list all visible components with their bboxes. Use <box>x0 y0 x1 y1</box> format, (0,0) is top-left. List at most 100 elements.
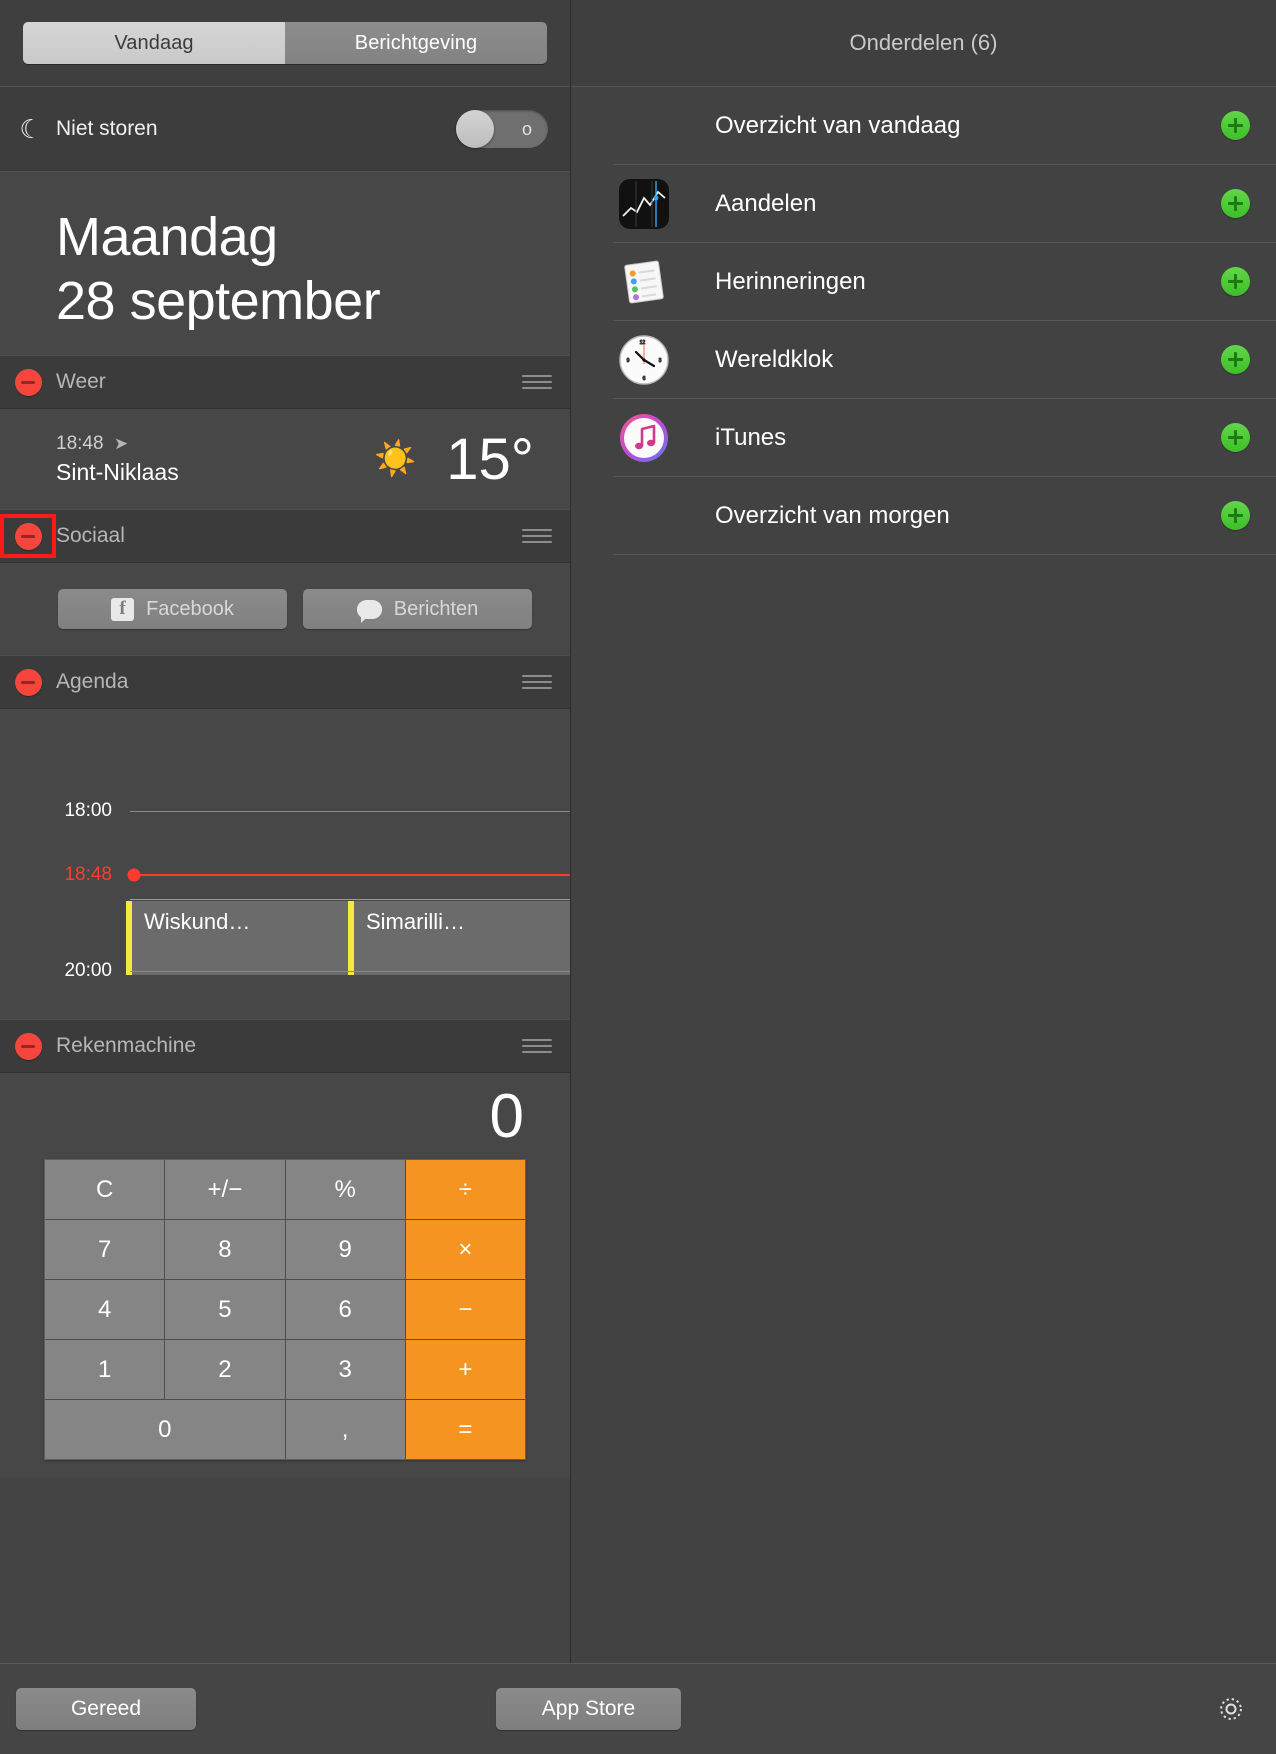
widget-gallery-row[interactable]: 12 3 6 9 Wereldklok <box>613 321 1276 399</box>
calculator-key-[interactable]: − <box>405 1280 525 1340</box>
widget-gallery-row[interactable]: Herinneringen <box>613 243 1276 321</box>
app-store-button[interactable]: App Store <box>496 1688 681 1730</box>
tab-vandaag[interactable]: Vandaag <box>23 22 285 64</box>
calculator-display: 0 <box>489 1081 524 1151</box>
plus-icon[interactable] <box>1221 345 1250 374</box>
widget-gallery-label: Overzicht van morgen <box>715 501 950 529</box>
widget-gallery-row[interactable]: Overzicht van vandaag <box>613 87 1276 165</box>
calculator-key-5[interactable]: 5 <box>165 1280 285 1340</box>
widget-gallery-label: iTunes <box>715 423 787 451</box>
weather-info: 18:48 ➤ Sint-Niklaas <box>56 433 374 486</box>
widget-gallery-label: Aandelen <box>715 189 817 217</box>
plus-icon[interactable] <box>1221 501 1250 530</box>
svg-text:9: 9 <box>627 358 630 364</box>
tab-bar: Vandaag Berichtgeving <box>0 0 570 87</box>
widget-header-weer: Weer <box>0 355 570 410</box>
calculator-key-[interactable]: +/− <box>165 1160 285 1220</box>
widget-title-weer: Weer <box>56 370 106 394</box>
world-clock-icon: 12 3 6 9 <box>613 334 675 386</box>
calendar-event[interactable]: Wiskund… <box>126 901 348 976</box>
remove-widget-rekenmachine[interactable] <box>0 1032 56 1060</box>
plus-icon[interactable] <box>1221 189 1250 218</box>
calendar-hour-label-bottom: 20:00 <box>64 960 112 982</box>
toggle-knob[interactable] <box>456 110 494 148</box>
widget-gallery-row[interactable]: Overzicht van morgen <box>613 477 1276 555</box>
today-widget-list[interactable]: Maandag 28 september Weer 18:48 ➤ Sint-N… <box>0 172 570 1663</box>
weather-temperature: 15° <box>446 426 534 492</box>
calculator-key-[interactable]: % <box>285 1160 405 1220</box>
calculator-key-3[interactable]: 3 <box>285 1340 405 1400</box>
svg-text:6: 6 <box>643 376 646 382</box>
calculator-keypad[interactable]: C +/−% ÷ 7 8 9 × 4 5 6− 1 2 3 +0, = <box>44 1159 526 1461</box>
widget-gallery-label: Wereldklok <box>715 345 834 373</box>
reminders-icon <box>613 256 675 308</box>
widget-gallery-row[interactable]: Aandelen <box>613 165 1276 243</box>
remove-widget-sociaal[interactable] <box>0 514 56 559</box>
calculator-key-6[interactable]: 6 <box>285 1280 405 1340</box>
moon-icon: ☾ <box>19 113 43 144</box>
minus-icon[interactable] <box>14 1032 42 1060</box>
calendar-now-label: 18:48 <box>64 864 112 886</box>
calculator-widget: 0 C +/−% ÷ 7 8 9 × 4 5 6− 1 2 3 +0, = <box>0 1073 570 1479</box>
calendar-event-rowline <box>130 899 570 901</box>
calculator-key-4[interactable]: 4 <box>45 1280 165 1340</box>
calculator-key-7[interactable]: 7 <box>45 1220 165 1280</box>
main-split: Vandaag Berichtgeving ☾ Niet storen o Ma… <box>0 0 1276 1663</box>
widget-gallery-pane: Onderdelen (6) Overzicht van vandaag Aand… <box>571 0 1276 1663</box>
calculator-key-2[interactable]: 2 <box>165 1340 285 1400</box>
date-header: Maandag 28 september <box>0 172 570 356</box>
widget-title-rekenmachine: Rekenmachine <box>56 1034 197 1058</box>
facebook-label: Facebook <box>146 597 234 620</box>
drag-handle-icon-agenda[interactable] <box>522 675 552 690</box>
tab-berichtgeving[interactable]: Berichtgeving <box>285 22 547 64</box>
gear-icon[interactable] <box>1212 1690 1250 1728</box>
plus-icon[interactable] <box>1221 267 1250 296</box>
weather-widget[interactable]: 18:48 ➤ Sint-Niklaas ☀️ 15° <box>0 409 570 510</box>
widget-gallery-title: Onderdelen (6) <box>571 0 1276 87</box>
widget-title-agenda: Agenda <box>56 670 129 694</box>
widget-header-sociaal: Sociaal <box>0 509 570 564</box>
calculator-key-9[interactable]: 9 <box>285 1220 405 1280</box>
calendar-widget[interactable]: 18:00 18:48 Wiskund… Simarilli… 20:00 <box>0 709 570 1020</box>
toggle-off-marker: o <box>521 118 532 139</box>
calculator-key-1[interactable]: 1 <box>45 1340 165 1400</box>
remove-widget-weer[interactable] <box>0 368 56 396</box>
calculator-key-8[interactable]: 8 <box>165 1220 285 1280</box>
calculator-key-[interactable]: , <box>285 1400 405 1460</box>
calculator-key-C[interactable]: C <box>45 1160 165 1220</box>
message-bubble-icon <box>356 599 382 623</box>
messages-label: Berichten <box>393 597 479 620</box>
facebook-button[interactable]: f Facebook <box>58 589 287 630</box>
social-widget: f Facebook Berichten <box>0 563 570 656</box>
widget-gallery-row[interactable]: iTunes <box>613 399 1276 477</box>
do-not-disturb-toggle[interactable]: o <box>456 110 548 148</box>
notification-center-window: Vandaag Berichtgeving ☾ Niet storen o Ma… <box>0 0 1276 1754</box>
messages-button[interactable]: Berichten <box>303 589 532 630</box>
drag-handle-icon-sociaal[interactable] <box>522 529 552 544</box>
do-not-disturb-label: Niet storen <box>56 117 158 140</box>
calculator-key-[interactable]: + <box>405 1340 525 1400</box>
done-button[interactable]: Gereed <box>16 1688 196 1730</box>
minus-icon[interactable] <box>14 368 42 396</box>
calculator-key-0[interactable]: 0 <box>45 1400 285 1460</box>
calendar-event[interactable]: Simarilli… <box>348 901 570 976</box>
svg-text:3: 3 <box>659 358 662 364</box>
location-arrow-icon: ➤ <box>113 433 129 454</box>
calendar-hour-label-top: 18:00 <box>64 800 112 822</box>
plus-icon[interactable] <box>1221 423 1250 452</box>
drag-handle-icon-rekenmachine[interactable] <box>522 1039 552 1054</box>
calendar-gridline-18 <box>130 811 570 813</box>
calculator-key-[interactable]: = <box>405 1400 525 1460</box>
minus-icon[interactable] <box>14 522 42 550</box>
calculator-key-[interactable]: × <box>405 1220 525 1280</box>
widget-title-sociaal: Sociaal <box>56 524 125 548</box>
widget-gallery-label: Herinneringen <box>715 267 866 295</box>
calculator-key-[interactable]: ÷ <box>405 1160 525 1220</box>
minus-icon[interactable] <box>14 668 42 696</box>
calendar-gridline-20 <box>130 971 570 973</box>
stocks-icon <box>613 178 675 230</box>
plus-icon[interactable] <box>1221 111 1250 140</box>
remove-widget-agenda[interactable] <box>0 668 56 696</box>
segmented-control[interactable]: Vandaag Berichtgeving <box>23 22 547 64</box>
drag-handle-icon-weer[interactable] <box>522 375 552 390</box>
